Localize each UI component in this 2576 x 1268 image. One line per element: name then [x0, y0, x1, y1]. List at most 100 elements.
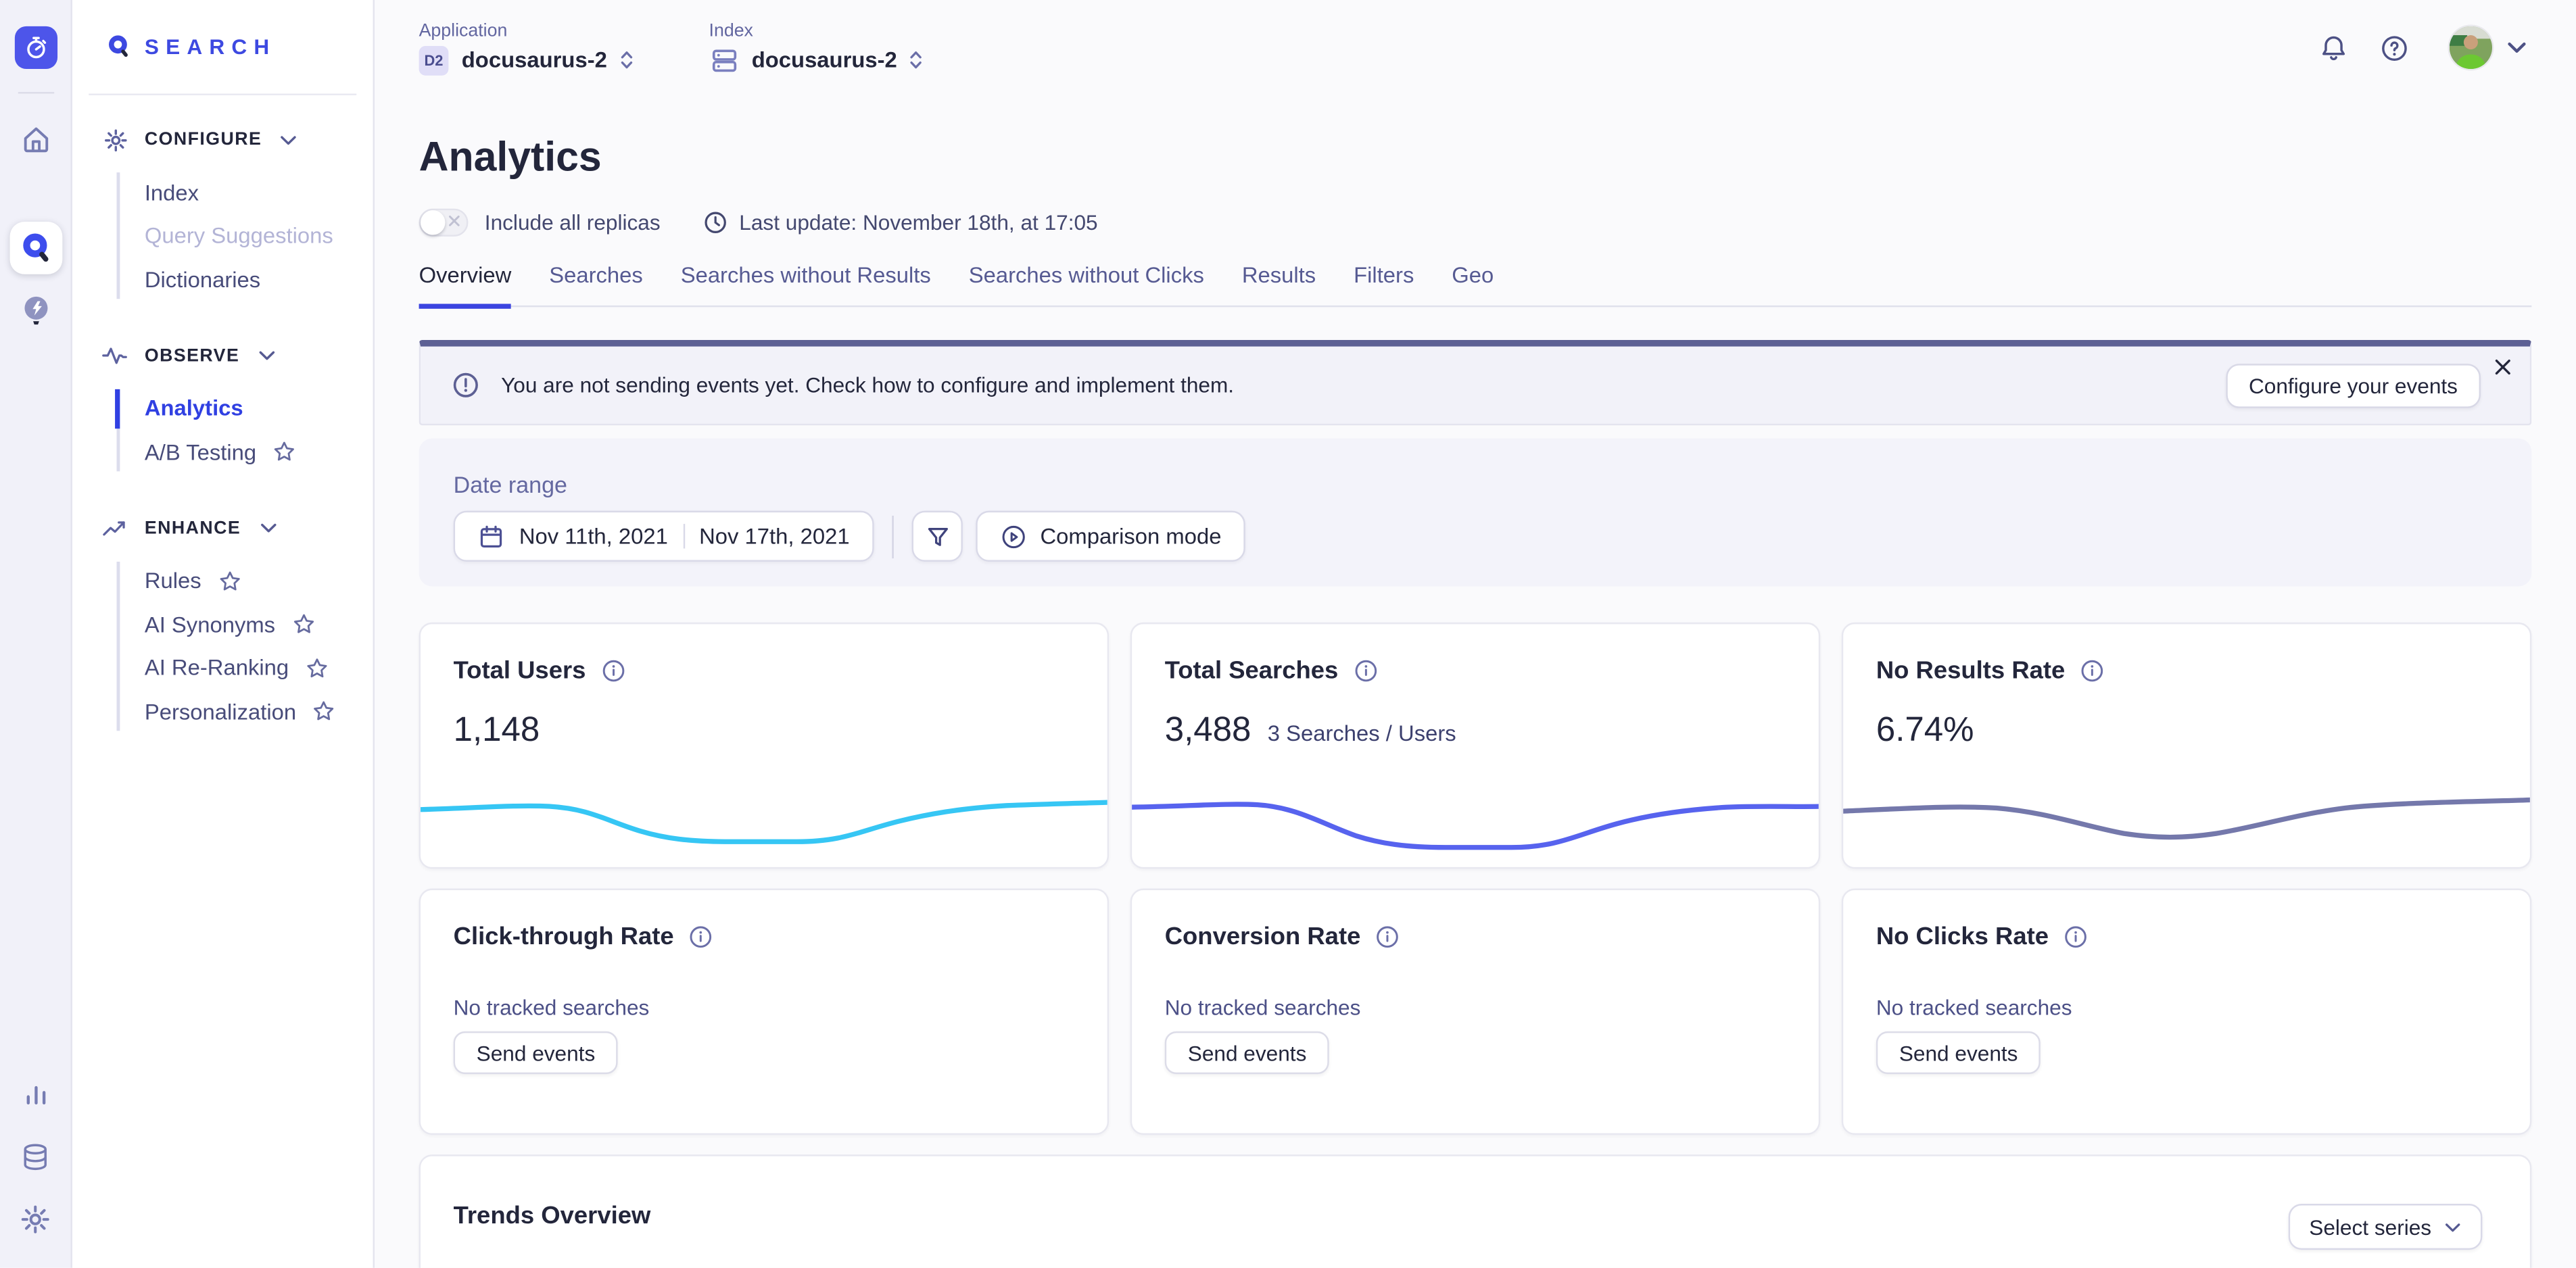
index-selector-group: Index docusaurus-2: [709, 20, 924, 74]
active-indicator: [115, 389, 120, 429]
sort-chevrons-icon: [619, 49, 634, 71]
page-content: Analytics Include all replicas Last upda…: [375, 95, 2576, 1268]
sidebar-section-header-enhance[interactable]: ENHANCE: [72, 505, 373, 551]
comparison-mode-label: Comparison mode: [1040, 524, 1221, 548]
sidebar-item-rules[interactable]: Rules: [72, 559, 373, 602]
configure-events-button[interactable]: Configure your events: [2226, 363, 2481, 408]
gear-icon: [102, 127, 128, 151]
tab-filters[interactable]: Filters: [1354, 263, 1414, 306]
rail-divider: [18, 92, 53, 93]
controls-divider: [892, 515, 894, 558]
application-selector[interactable]: D2 docusaurus-2: [419, 45, 634, 75]
sidebar-item-personalization[interactable]: Personalization: [72, 690, 373, 733]
sidebar-item-ai-synonyms[interactable]: AI Synonyms: [72, 603, 373, 646]
application-label: Application: [419, 20, 634, 40]
comparison-mode-button[interactable]: Comparison mode: [976, 511, 1246, 562]
help-icon[interactable]: [2379, 32, 2410, 63]
kpi-title: No Clicks Rate: [1876, 923, 2049, 951]
sidebar-item-ab-testing[interactable]: A/B Testing: [72, 431, 373, 474]
section-label: CONFIGURE: [145, 130, 262, 149]
tab-searches-without-results[interactable]: Searches without Results: [681, 263, 931, 306]
favorite-star-icon[interactable]: [218, 570, 241, 593]
sidebar-section-header-observe[interactable]: OBSERVE: [72, 333, 373, 379]
kpi-title: Total Searches: [1165, 657, 1339, 685]
banner-message: You are not sending events yet. Check ho…: [501, 373, 1234, 397]
sparkline-total-users: [419, 785, 1110, 857]
info-icon[interactable]: [1375, 925, 1400, 949]
sidebar-item-label: Analytics: [145, 396, 243, 420]
bar-chart-icon[interactable]: [9, 1067, 62, 1120]
info-icon[interactable]: [2064, 925, 2088, 949]
sidebar-item-label: A/B Testing: [145, 440, 256, 464]
toggle-knob: [421, 210, 445, 234]
gear-icon[interactable]: [9, 1192, 62, 1245]
favorite-star-icon[interactable]: [272, 441, 295, 464]
tab-searches-without-clicks[interactable]: Searches without Clicks: [969, 263, 1204, 306]
kpi-card-total-users: Total Users 1,148: [419, 623, 1110, 869]
timer-icon[interactable]: [14, 26, 57, 69]
index-label: Index: [709, 20, 924, 40]
alert-circle-icon: [452, 371, 479, 399]
sparkline-total-searches: [1130, 785, 1821, 857]
sidebar-item-label: Rules: [145, 568, 201, 593]
info-icon[interactable]: [689, 925, 713, 949]
last-update: Last update: November 18th, at 17:05: [703, 210, 1098, 234]
logo-text: SEARCH: [145, 34, 277, 59]
sidebar-item-query-suggestions[interactable]: Query Suggestions: [72, 214, 373, 258]
kpi-empty-text: No tracked searches: [1165, 995, 1786, 1019]
kpi-empty-text: No tracked searches: [1876, 995, 2497, 1019]
bell-icon[interactable]: [2318, 32, 2349, 63]
send-events-button[interactable]: Send events: [1876, 1031, 2041, 1074]
home-icon[interactable]: [9, 114, 62, 166]
favorite-star-icon[interactable]: [291, 613, 314, 636]
send-events-button[interactable]: Send events: [1165, 1031, 1330, 1074]
toggle-off-x-icon: [447, 213, 462, 228]
search-logo[interactable]: SEARCH: [72, 0, 373, 93]
filter-funnel-icon[interactable]: [912, 511, 963, 562]
sidebar-item-dictionaries[interactable]: Dictionaries: [72, 258, 373, 301]
recommend-icon[interactable]: [9, 284, 62, 337]
tab-overview[interactable]: Overview: [419, 263, 512, 309]
close-icon[interactable]: [2494, 358, 2512, 376]
sidebar-section-header-configure[interactable]: CONFIGURE: [72, 117, 373, 163]
include-replicas-toggle[interactable]: [419, 208, 469, 235]
favorite-star-icon[interactable]: [305, 656, 328, 679]
kpi-title: Click-through Rate: [454, 923, 674, 951]
kpi-title: No Results Rate: [1876, 657, 2066, 685]
kpi-card-no-results-rate: No Results Rate 6.74%: [1842, 623, 2532, 869]
topbar-actions: [2318, 26, 2527, 69]
date-range-label: Date range: [454, 471, 2498, 497]
sidebar-item-analytics[interactable]: Analytics: [72, 387, 373, 430]
app-viewport: SEARCH CONFIGURE: [0, 0, 2576, 1268]
tab-geo[interactable]: Geo: [1452, 263, 1494, 306]
info-icon[interactable]: [600, 658, 625, 683]
select-series-button[interactable]: Select series: [2288, 1204, 2483, 1250]
send-events-button[interactable]: Send events: [454, 1031, 619, 1074]
date-divider: [683, 524, 684, 548]
sidebar-item-label: Personalization: [145, 699, 296, 723]
tab-searches[interactable]: Searches: [549, 263, 643, 306]
trends-overview-card: Trends Overview Select series: [419, 1154, 2532, 1268]
section-label: ENHANCE: [145, 518, 241, 538]
favorite-star-icon[interactable]: [312, 700, 335, 723]
section-label: OBSERVE: [145, 345, 239, 365]
kpi-title: Total Users: [454, 657, 586, 685]
last-update-text: Last update: November 18th, at 17:05: [739, 210, 1097, 234]
application-value: docusaurus-2: [462, 47, 607, 72]
page-title: Analytics: [419, 131, 2532, 184]
date-range-picker[interactable]: Nov 11th, 2021 Nov 17th, 2021: [454, 511, 874, 562]
sidebar-section-enhance: ENHANCE Rules AI Synonyms AI Re-Ranking: [72, 505, 373, 737]
info-icon[interactable]: [1353, 658, 1377, 683]
index-selector[interactable]: docusaurus-2: [709, 45, 924, 75]
search-product-icon[interactable]: [9, 222, 62, 274]
chevron-down-icon[interactable]: [2507, 41, 2527, 54]
sidebar-item-ai-re-ranking[interactable]: AI Re-Ranking: [72, 646, 373, 689]
sidebar-item-index[interactable]: Index: [72, 171, 373, 214]
avatar[interactable]: [2450, 26, 2492, 69]
kpi-value: 3,488: [1165, 711, 1251, 750]
info-icon[interactable]: [2080, 658, 2104, 683]
include-replicas-label: Include all replicas: [485, 210, 661, 234]
sidebar-section-observe: OBSERVE Analytics A/B Testing: [72, 333, 373, 477]
tab-results[interactable]: Results: [1242, 263, 1316, 306]
database-icon[interactable]: [9, 1130, 62, 1183]
